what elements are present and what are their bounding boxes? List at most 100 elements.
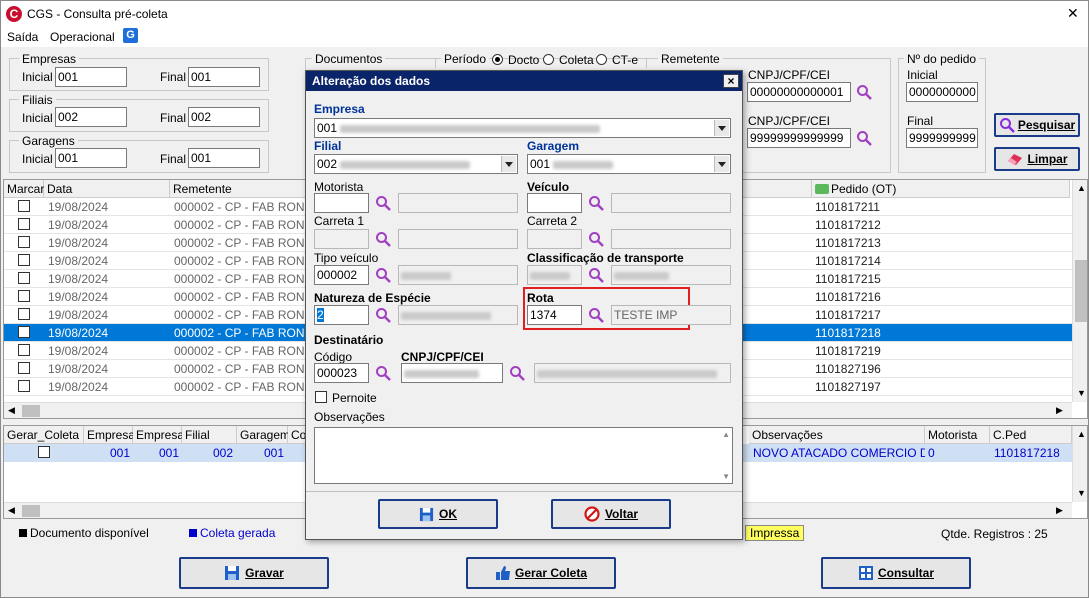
rota-input[interactable]: 1374 (527, 305, 582, 325)
garagens-inicial-input[interactable]: 001 (55, 148, 127, 168)
col-observacoes-header[interactable]: Observações (749, 426, 925, 444)
veiculo-code-input[interactable] (527, 193, 582, 213)
filiais-final-input[interactable]: 002 (188, 107, 260, 127)
empresas-final-input[interactable]: 001 (188, 67, 260, 87)
dialog-close-icon[interactable]: × (723, 74, 739, 88)
periodo-coleta-radio[interactable] (543, 54, 554, 65)
empresa-dropdown-icon[interactable] (714, 120, 729, 136)
carreta1-code-input[interactable] (314, 229, 369, 249)
search-dest-cnpj-icon[interactable] (509, 365, 525, 381)
search-veiculo-icon[interactable] (588, 195, 604, 211)
natureza-input[interactable]: 2 (314, 305, 369, 325)
coleta-scroll-up-icon[interactable]: ▲ (1077, 429, 1086, 439)
filial-select[interactable]: 002 (314, 154, 518, 174)
motorista-code-input[interactable] (314, 193, 369, 213)
pedido-final-input[interactable]: 9999999999 (906, 128, 978, 148)
search-cnpj-2-icon[interactable] (856, 130, 872, 146)
filiais-final-label: Final (160, 111, 187, 125)
col-filial-header[interactable]: Filial (182, 426, 237, 444)
search-classificacao-icon[interactable] (588, 267, 604, 283)
ok-button[interactable]: OK (378, 499, 498, 529)
marcar-checkbox[interactable] (18, 326, 30, 338)
coleta-scroll-right-icon[interactable]: ▶ (1056, 505, 1063, 516)
menu-operacional[interactable]: Operacional (50, 30, 115, 44)
marcar-checkbox[interactable] (18, 290, 30, 302)
cell-pedido: 1101817217 (815, 308, 881, 322)
dest-cnpj-label: CNPJ/CPF/CEI (401, 350, 484, 364)
col-empresa-header[interactable]: Empresa (84, 426, 135, 444)
obs-scroll-up-icon[interactable]: ▲ (722, 430, 730, 439)
marcar-checkbox[interactable] (18, 344, 30, 356)
classificacao-code-input[interactable] (527, 265, 582, 285)
carreta2-code-input[interactable] (527, 229, 582, 249)
marcar-checkbox[interactable] (18, 362, 30, 374)
col-motorista-header[interactable]: Motorista (925, 426, 990, 444)
marcar-checkbox[interactable] (18, 308, 30, 320)
cell-remetente: 000002 - CP - FAB RONDO (174, 344, 323, 358)
gravar-button[interactable]: Gravar (179, 557, 329, 589)
pedido-inicial-input[interactable]: 0000000000 (906, 82, 978, 102)
search-carreta2-icon[interactable] (588, 231, 604, 247)
empresas-inicial-input[interactable]: 001 (55, 67, 127, 87)
obs-scroll-down-icon[interactable]: ▼ (722, 472, 730, 481)
marcar-checkbox[interactable] (18, 236, 30, 248)
dest-cnpj-input[interactable] (401, 363, 503, 383)
cell-pedido: 1101817214 (815, 254, 881, 268)
garagem-select[interactable]: 001 (527, 154, 731, 174)
col-garagem-header[interactable]: Garagem (237, 426, 290, 444)
col-gerar-coleta-header[interactable]: Gerar_Coleta (4, 426, 84, 444)
consultar-button[interactable]: Consultar (821, 557, 971, 589)
close-icon[interactable]: ✕ (1067, 5, 1079, 22)
search-rota-icon[interactable] (588, 307, 604, 323)
coleta-vscroll[interactable]: ▲ ▼ (1072, 426, 1087, 502)
observacoes-textarea[interactable]: ▲ ▼ (314, 427, 733, 484)
marcar-checkbox[interactable] (18, 380, 30, 392)
cnpj-input-2[interactable]: 99999999999999 (747, 128, 851, 148)
col-empresa2-header[interactable]: Empresa (133, 426, 184, 444)
empresa-select[interactable]: 001 (314, 118, 731, 138)
coleta-scroll-left-icon[interactable]: ◀ (8, 505, 15, 516)
codigo-input[interactable]: 000023 (314, 363, 369, 383)
col-cped-header[interactable]: C.Ped (990, 426, 1072, 444)
search-tipo-veiculo-icon[interactable] (375, 267, 391, 283)
scroll-right-icon[interactable]: ▶ (1056, 405, 1063, 416)
col-marcar-header[interactable]: Marcar (4, 180, 44, 198)
filiais-inicial-input[interactable]: 002 (55, 107, 127, 127)
search-motorista-icon[interactable] (375, 195, 391, 211)
periodo-cte-radio[interactable] (596, 54, 607, 65)
marcar-checkbox[interactable] (18, 254, 30, 266)
col-data-header[interactable]: Data (44, 180, 170, 198)
tipo-veiculo-input[interactable]: 000002 (314, 265, 369, 285)
voltar-button[interactable]: Voltar (551, 499, 671, 529)
gerar-coleta-button[interactable]: Gerar Coleta (466, 557, 616, 589)
grid-vscroll[interactable]: ▲ ▼ (1072, 180, 1087, 402)
menu-saida[interactable]: Saída (7, 30, 38, 44)
periodo-docto-radio[interactable] (492, 54, 503, 65)
search-cnpj-1-icon[interactable] (856, 84, 872, 100)
marcar-checkbox[interactable] (18, 200, 30, 212)
remetente-group-title: Remetente (658, 52, 723, 66)
search-destinatario-icon[interactable] (375, 365, 391, 381)
cnpj-input-1[interactable]: 00000000000001 (747, 82, 851, 102)
app-shortcut-icon[interactable]: G (123, 28, 138, 43)
garagens-final-input[interactable]: 001 (188, 148, 260, 168)
pesquisar-button[interactable]: Pesquisar (994, 113, 1080, 137)
search-carreta1-icon[interactable] (375, 231, 391, 247)
scroll-left-icon[interactable]: ◀ (8, 405, 15, 416)
grid-hscroll-thumb[interactable] (22, 405, 40, 417)
marcar-checkbox[interactable] (18, 218, 30, 230)
col-pedido-header[interactable]: Pedido (OT) (812, 180, 1070, 198)
coleta-hscroll-thumb[interactable] (22, 505, 40, 517)
search-natureza-icon[interactable] (375, 307, 391, 323)
grid-vscroll-thumb[interactable] (1075, 260, 1087, 322)
marcar-checkbox[interactable] (18, 272, 30, 284)
scroll-down-icon[interactable]: ▼ (1077, 388, 1086, 398)
cell-remetente: 000002 - CP - FAB RONDO (174, 290, 323, 304)
coleta-scroll-down-icon[interactable]: ▼ (1077, 488, 1086, 498)
pernoite-checkbox[interactable] (315, 391, 327, 403)
limpar-button[interactable]: Limpar (994, 147, 1080, 171)
filial-dropdown-icon[interactable] (501, 156, 516, 172)
garagem-dropdown-icon[interactable] (714, 156, 729, 172)
scroll-up-icon[interactable]: ▲ (1077, 183, 1086, 193)
gerar-coleta-checkbox[interactable] (38, 446, 50, 458)
